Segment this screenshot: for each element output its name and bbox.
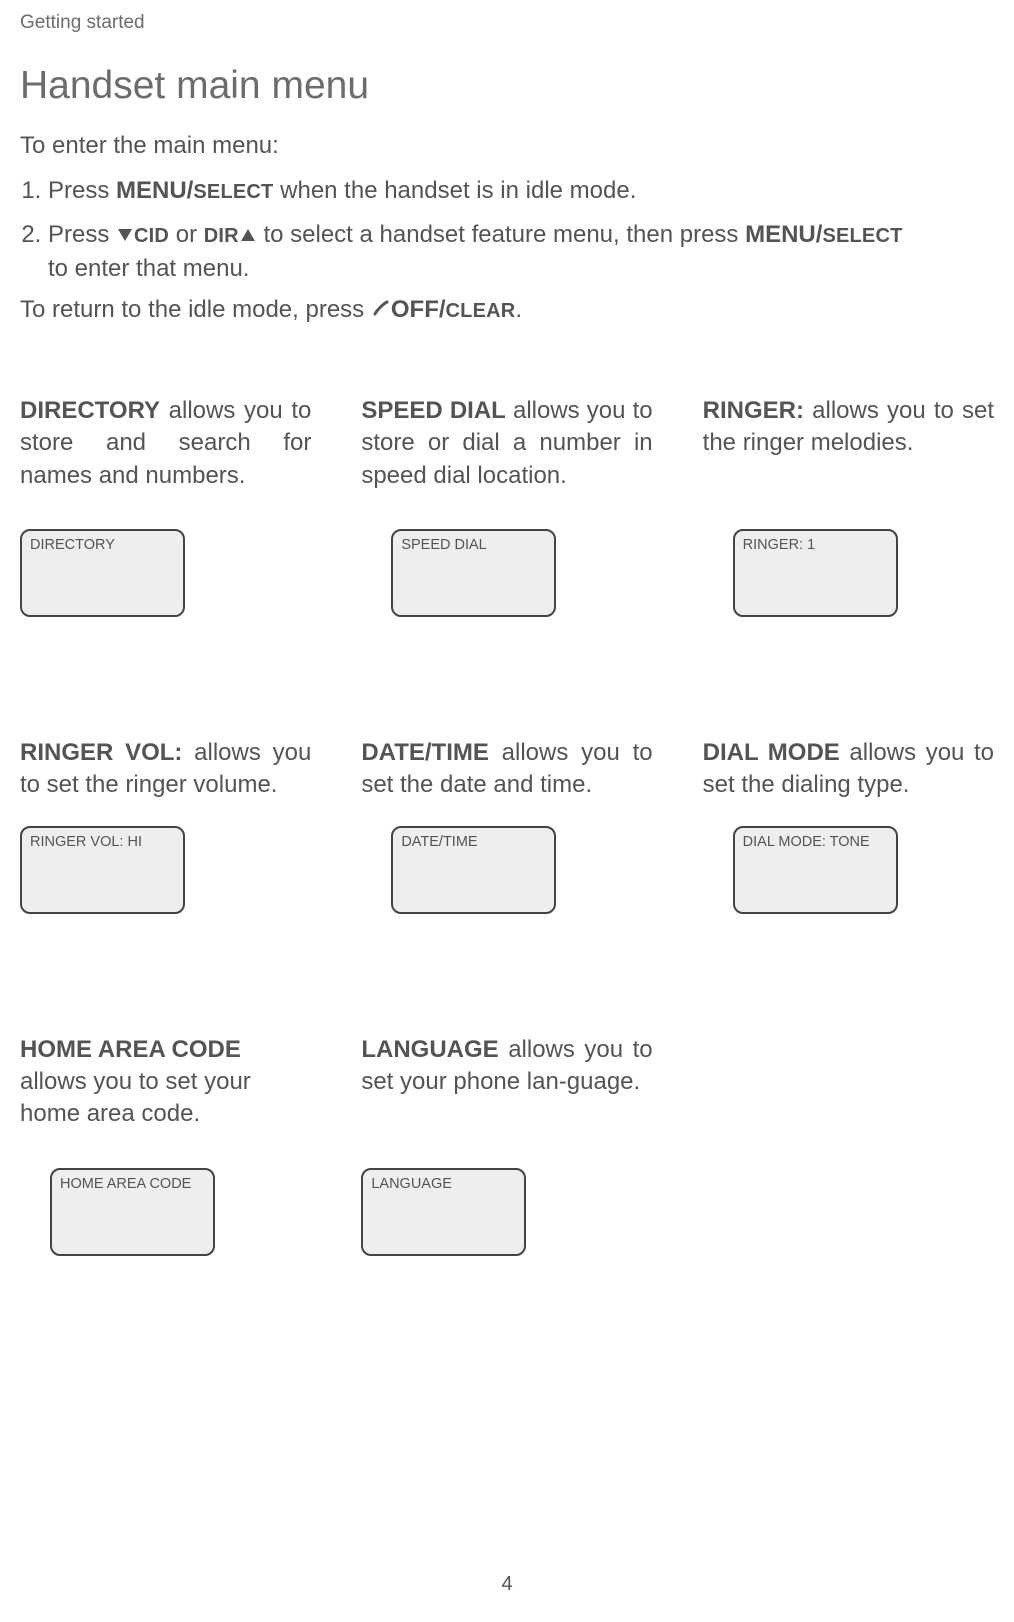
speed-dial-screen: SPEED DIAL <box>391 529 556 617</box>
dial-mode-desc: DIAL MODE allows you to set the dialing … <box>703 737 994 802</box>
cell-empty <box>703 1034 994 1256</box>
step-1-post: when the handset is in idle mode. <box>273 177 636 204</box>
cell-home-area: HOME AREA CODE allows you to set your ho… <box>20 1034 311 1256</box>
speed-dial-desc: SPEED DIAL allows you to store or dial a… <box>361 395 652 505</box>
menu-select-label-1a: MENU/ <box>116 177 193 204</box>
step-2: Press CID or DIR to select a handset fea… <box>48 218 994 286</box>
handset-icon <box>371 297 391 325</box>
page-root: Getting started Handset main menu To ent… <box>0 0 1014 1622</box>
date-time-desc: DATE/TIME allows you to set the date and… <box>361 737 652 802</box>
home-area-lead: HOME AREA CODE <box>20 1036 241 1063</box>
date-time-screen: DATE/TIME <box>391 826 556 914</box>
return-line: To return to the idle mode, press OFF/CL… <box>20 296 994 325</box>
speed-dial-lead: SPEED DIAL <box>361 397 506 424</box>
dir-label: DIR <box>204 225 239 247</box>
ringer-vol-desc: RINGER VOL: allows you to set the ringer… <box>20 737 311 802</box>
step-2-pre: Press <box>48 221 116 248</box>
triangle-up-icon <box>239 219 257 253</box>
cell-ringer-vol: RINGER VOL: allows you to set the ringer… <box>20 737 311 914</box>
cell-date-time: DATE/TIME allows you to set the date and… <box>361 737 652 914</box>
home-area-screen: HOME AREA CODE <box>50 1168 215 1256</box>
cell-language: LANGUAGE allows you to set your phone la… <box>361 1034 652 1256</box>
language-lead: LANGUAGE <box>361 1036 498 1063</box>
ringer-desc: RINGER: allows you to set the ringer mel… <box>703 395 994 505</box>
language-desc: LANGUAGE allows you to set your phone la… <box>361 1034 652 1144</box>
step-2-mid: to select a handset feature menu, then p… <box>257 221 745 248</box>
cell-directory: DIRECTORY allows you to store and search… <box>20 395 311 617</box>
cell-ringer: RINGER: allows you to set the ringer mel… <box>703 395 994 617</box>
menu-grid: DIRECTORY allows you to store and search… <box>20 395 994 1376</box>
steps-list: Press MENU/SELECT when the handset is in… <box>20 174 994 286</box>
dial-mode-screen: DIAL MODE: TONE <box>733 826 898 914</box>
menu-select-label-2a: MENU/ <box>745 221 822 248</box>
directory-desc: DIRECTORY allows you to store and search… <box>20 395 311 505</box>
home-area-desc: HOME AREA CODE allows you to set your ho… <box>20 1034 311 1144</box>
ringer-vol-lead: RINGER VOL: <box>20 739 182 766</box>
return-post: . <box>515 296 522 323</box>
language-screen: LANGUAGE <box>361 1168 526 1256</box>
dial-mode-lead: DIAL MODE <box>703 739 840 766</box>
menu-select-label-1b: SELECT <box>193 181 273 203</box>
ringer-lead: RINGER: <box>703 397 804 424</box>
page-number: 4 <box>0 1573 1014 1596</box>
step-2-or: or <box>169 221 204 248</box>
step-2-post: to enter that menu. <box>48 255 249 282</box>
cell-dial-mode: DIAL MODE allows you to set the dialing … <box>703 737 994 914</box>
section-label: Getting started <box>20 12 994 34</box>
triangle-down-icon <box>116 219 134 253</box>
date-time-lead: DATE/TIME <box>361 739 489 766</box>
off-clear-label-b: CLEAR <box>446 300 516 322</box>
off-clear-label-a: OFF/ <box>391 296 446 323</box>
page-title: Handset main menu <box>20 64 994 108</box>
home-area-text: allows you to set your home area code. <box>20 1068 257 1127</box>
return-pre: To return to the idle mode, press <box>20 296 371 323</box>
ringer-vol-screen: RINGER VOL: HI <box>20 826 185 914</box>
ringer-screen: RINGER: 1 <box>733 529 898 617</box>
directory-screen: DIRECTORY <box>20 529 185 617</box>
cell-speed-dial: SPEED DIAL allows you to store or dial a… <box>361 395 652 617</box>
intro-text: To enter the main menu: <box>20 132 994 160</box>
directory-lead: DIRECTORY <box>20 397 160 424</box>
cid-label: CID <box>134 225 169 247</box>
menu-select-label-2b: SELECT <box>822 225 902 247</box>
step-1-pre: Press <box>48 177 116 204</box>
step-1: Press MENU/SELECT when the handset is in… <box>48 174 994 208</box>
